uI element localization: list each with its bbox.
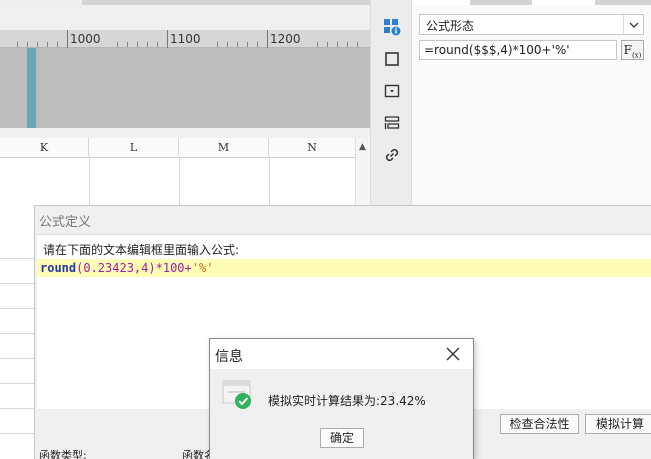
formula-style-value: 公式形态 <box>426 19 475 33</box>
ruler-major-tick <box>167 30 168 48</box>
design-canvas[interactable] <box>0 48 370 128</box>
column-header-l[interactable]: L <box>89 138 179 158</box>
code-paren-close: ) <box>148 261 156 275</box>
ruler-major-tick <box>67 30 68 48</box>
formula-editor-button[interactable]: F(x) <box>621 40 644 60</box>
canvas-gap <box>0 128 370 138</box>
column-header-row: K L M N <box>0 138 355 158</box>
layout-icon[interactable] <box>381 112 403 134</box>
code-operator: *100+ <box>155 261 192 275</box>
horizontal-ruler: 1000 1100 1200 <box>0 30 370 48</box>
formula-value-input[interactable]: =round($$$,4)*100+'%' <box>419 40 617 60</box>
top-tab-active <box>0 0 82 5</box>
fx-sub: (x) <box>631 51 642 60</box>
column-header-n[interactable]: N <box>269 138 355 158</box>
code-function: round <box>40 261 77 275</box>
success-icon <box>222 379 258 415</box>
close-icon[interactable] <box>444 345 462 363</box>
code-args: 0.23423,4 <box>83 261 149 275</box>
dialog-title: 公式定义 <box>39 215 92 230</box>
side-toolbar <box>370 0 412 210</box>
panel-tab[interactable] <box>595 0 651 5</box>
border-icon[interactable] <box>381 48 403 70</box>
hyperlink-icon[interactable] <box>381 144 403 166</box>
function-type-label: 函数类型: <box>39 449 87 459</box>
scroll-up-icon[interactable]: ▲ <box>359 142 366 152</box>
formula-prompt: 请在下面的文本编辑框里面输入公式: <box>43 243 240 257</box>
formula-style-select[interactable]: 公式形态 <box>419 14 644 35</box>
panel-tab[interactable] <box>470 0 532 5</box>
cell-attribute-icon[interactable] <box>381 16 403 38</box>
widget-icon[interactable] <box>381 80 403 102</box>
ruler-label: 1000 <box>70 32 101 46</box>
info-title-bar: 信息 <box>210 339 473 369</box>
canvas-selection-marker[interactable] <box>27 48 36 128</box>
check-validity-button[interactable]: 检查合法性 <box>500 414 579 434</box>
info-message: 模拟实时计算结果为:23.42% <box>268 394 426 408</box>
column-header-k[interactable]: K <box>0 138 89 158</box>
ruler-major-tick <box>267 30 268 48</box>
info-dialog: 信息 模拟实时计算结果为:23.42% 确定 <box>209 338 474 459</box>
code-string: '%' <box>191 261 214 275</box>
sheet-rows-left <box>0 205 34 459</box>
fx-label: F <box>623 43 632 57</box>
ruler-label: 1100 <box>170 32 201 46</box>
chevron-down-icon[interactable] <box>623 15 643 34</box>
info-title: 信息 <box>215 349 243 365</box>
info-body: 模拟实时计算结果为:23.42% 确定 <box>210 369 473 459</box>
simulate-calc-button[interactable]: 模拟计算 <box>585 414 651 434</box>
column-header-m[interactable]: M <box>179 138 269 158</box>
sheet-scrollbar[interactable]: ▲ <box>355 138 370 208</box>
formula-code-line[interactable]: round(0.23423,4)*100+'%' <box>37 259 651 277</box>
ok-button[interactable]: 确定 <box>320 428 364 448</box>
ruler-label: 1200 <box>270 32 301 46</box>
